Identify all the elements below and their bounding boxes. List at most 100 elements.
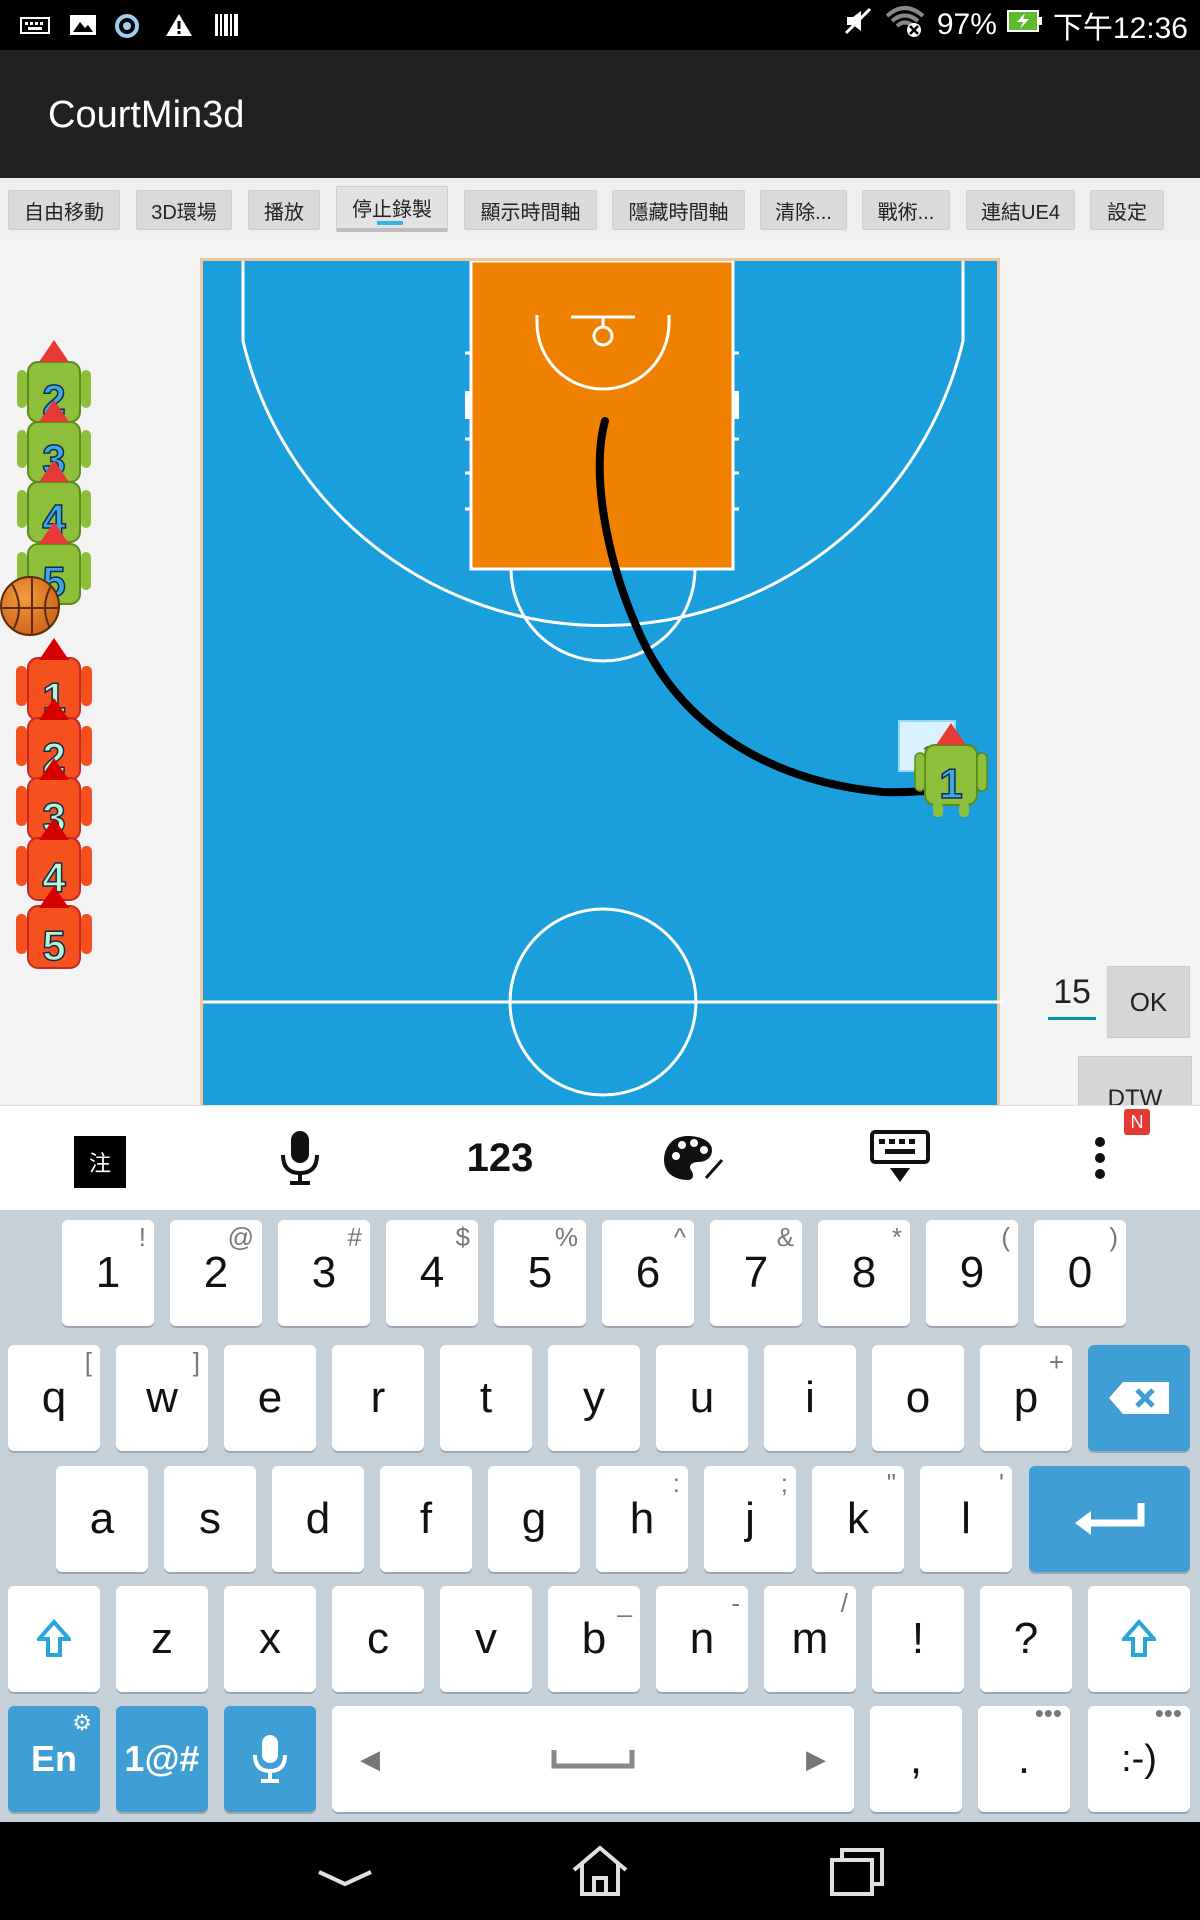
enter-key[interactable] [1029,1466,1190,1572]
key-s[interactable]: s [164,1466,256,1572]
soft-keyboard: 1! 2 @3 #4 $5% 6 ^ 7 & 8 * 9(0) q[w] e r t y u i o p + a s d f g… [0,1210,1200,1822]
language-label: En [30,1738,77,1779]
key-0[interactable]: 0) [1034,1220,1126,1326]
microphone-icon [253,1735,287,1783]
key-label: 9 [959,1248,985,1297]
key-z[interactable]: z [116,1586,208,1692]
ok-button[interactable]: OK [1107,966,1190,1038]
key-8[interactable]: 8 * [818,1220,910,1326]
numbers-mode-button[interactable]: 123 [448,1126,552,1190]
hide-timeline-button[interactable]: 隱藏時間軸 [612,190,745,230]
recents-icon[interactable] [824,1844,888,1900]
app-title: CourtMin3d [48,94,245,136]
key-4[interactable]: 4 $ [386,1220,478,1326]
dtw-button[interactable]: DTW [1078,1056,1192,1105]
key-label: z [151,1614,173,1663]
key-2[interactable]: 2 @ [170,1220,262,1326]
key-n[interactable]: n- [656,1586,748,1692]
link-ue4-button[interactable]: 連結UE4 [966,190,1075,230]
clear-button[interactable]: 清除... [760,190,847,230]
key-hint: ! [138,1222,146,1252]
hide-keyboard-icon[interactable] [868,1126,932,1190]
space-icon [551,1750,635,1769]
3d-view-button[interactable]: 3D環場 [136,190,232,230]
key-j[interactable]: j; [704,1466,796,1572]
basketball-icon[interactable] [0,576,60,636]
key-hint: @ [227,1222,254,1252]
emoticon-label: :-) [1121,1737,1157,1780]
language-key[interactable]: En ⚙ [8,1706,100,1812]
shift-left-key[interactable] [8,1586,100,1692]
key-label: f [419,1494,433,1543]
symbols-key[interactable]: 1@# [116,1706,208,1812]
show-timeline-button[interactable]: 顯示時間軸 [464,190,597,230]
key-t[interactable]: t [440,1345,532,1451]
key-label: 0 [1067,1248,1093,1297]
key-b[interactable]: b _ [548,1586,640,1692]
key-k[interactable]: k " [812,1466,904,1572]
zhuyin-toggle-button[interactable]: 注 [74,1136,126,1188]
key-u[interactable]: u [656,1345,748,1451]
key-x[interactable]: x [224,1586,316,1692]
backspace-key[interactable] [1088,1345,1190,1451]
key-3[interactable]: 3 # [278,1220,370,1326]
key-g[interactable]: g [488,1466,580,1572]
shift-right-key[interactable] [1088,1586,1190,1692]
frame-number-input[interactable] [1048,968,1096,1020]
space-key[interactable]: ◀ ▶ [332,1706,854,1812]
barcode-icon [212,12,242,38]
tactics-button[interactable]: 戰術... [862,190,950,230]
key-hint: / [840,1588,848,1618]
key-a[interactable]: a [56,1466,148,1572]
key-h[interactable]: h: [596,1466,688,1572]
key-6[interactable]: 6 ^ [602,1220,694,1326]
key-r[interactable]: r [332,1345,424,1451]
key-label: c [367,1614,389,1663]
key-m[interactable]: m / [764,1586,856,1692]
battery-charging-icon [1006,8,1043,42]
key-label: s [199,1494,221,1543]
key-e[interactable]: e [224,1345,316,1451]
basketball-court[interactable]: 1 1 [200,258,1003,1105]
home-icon[interactable] [568,1844,632,1900]
voice-input-key[interactable] [224,1706,316,1812]
play-button[interactable]: 播放 [248,190,320,230]
key-exclamation[interactable]: ! [872,1586,964,1692]
key-9[interactable]: 9( [926,1220,1018,1326]
key-7[interactable]: 7 & [710,1220,802,1326]
microphone-icon[interactable] [270,1126,330,1190]
red-player-5[interactable]: 5 [12,886,100,972]
key-y[interactable]: y [548,1345,640,1451]
key-q[interactable]: q[ [8,1345,100,1451]
key-1[interactable]: 1! [62,1220,154,1326]
key-l[interactable]: l ' [920,1466,1012,1572]
key-d[interactable]: d [272,1466,364,1572]
back-icon[interactable] [313,1844,377,1900]
key-c[interactable]: c [332,1586,424,1692]
key-label: 6 [635,1248,661,1297]
key-v[interactable]: v [440,1586,532,1692]
key-label: b [581,1614,607,1663]
shift-icon [37,1619,71,1657]
key-label: e [257,1373,283,1422]
key-question[interactable]: ? [980,1586,1072,1692]
key-o[interactable]: o [872,1345,964,1451]
app-icon [112,12,142,38]
more-options-icon[interactable] [1080,1126,1120,1190]
keyboard-toolbar: 注 123 N [0,1105,1200,1210]
key-f[interactable]: f [380,1466,472,1572]
key-label: t [479,1373,493,1422]
emoticon-key[interactable]: :-) ••• [1088,1698,1190,1812]
key-p[interactable]: p + [980,1345,1072,1451]
key-label: q [41,1373,67,1422]
palette-icon[interactable] [660,1126,728,1190]
key-5[interactable]: 5% [494,1220,586,1326]
key-hint: : [672,1468,680,1498]
stop-recording-button[interactable]: 停止錄製 [336,186,448,232]
key-w[interactable]: w] [116,1345,208,1451]
period-key[interactable]: . ••• [978,1698,1070,1812]
free-move-button[interactable]: 自由移動 [8,190,120,230]
comma-key[interactable]: , [870,1706,962,1812]
settings-button[interactable]: 設定 [1090,190,1164,230]
key-i[interactable]: i [764,1345,856,1451]
